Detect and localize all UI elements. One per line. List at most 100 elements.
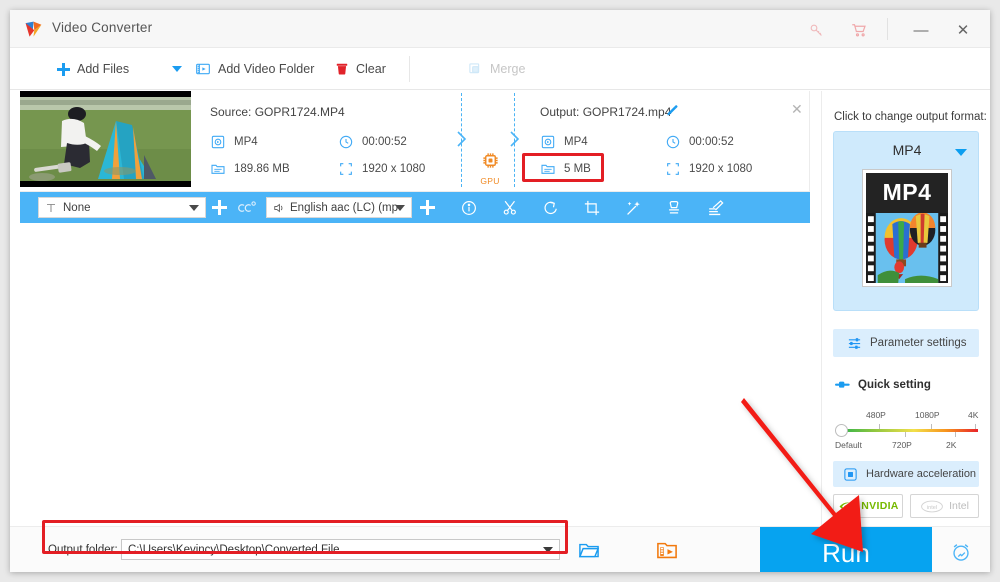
clear-button[interactable]: Clear <box>335 48 386 90</box>
output-folder-input[interactable]: C:\Users\Kevincy\Desktop\Converted File <box>121 539 560 560</box>
output-duration-text: 00:00:52 <box>689 136 734 148</box>
open-output-folder-icon <box>657 542 677 559</box>
thumbnail-image <box>20 91 191 187</box>
output-format: MP4 <box>540 134 588 150</box>
chevron-right-icon-2 <box>510 131 520 147</box>
alarm-clock-icon <box>953 544 969 561</box>
merge-button[interactable]: Merge <box>468 48 525 90</box>
slider-tick-720p <box>905 432 906 437</box>
minimize-icon: — <box>913 21 929 39</box>
closed-caption-settings-button[interactable] <box>235 198 259 218</box>
slider-track <box>844 429 978 432</box>
source-filename: Source: GOPR1724.MP4 <box>210 105 345 119</box>
folder-icon <box>578 543 600 558</box>
subtitle-edit-icon[interactable] <box>704 197 726 219</box>
output-duration: 00:00:52 <box>665 134 734 150</box>
slider-label-480p: 480P <box>866 410 886 420</box>
minimize-button[interactable]: — <box>910 19 932 41</box>
output-format-card[interactable]: MP4 MP4 <box>833 131 979 311</box>
add-files-dropdown-button[interactable] <box>172 63 182 75</box>
output-size[interactable]: 5 MB <box>540 161 591 177</box>
cart-icon <box>852 24 866 37</box>
slider-tick-4k <box>975 424 976 429</box>
output-format-text: MP4 <box>564 136 588 148</box>
chevron-down-icon-output-folder[interactable] <box>543 547 553 553</box>
audio-track-select[interactable]: English aac (LC) (mp <box>266 197 412 218</box>
add-video-folder-label: Add Video Folder <box>218 62 315 76</box>
title-bar: Video Converter — ✕ <box>10 10 990 48</box>
slider-tick-480p <box>879 424 880 429</box>
quality-slider[interactable]: 480P 1080P 4K Default 720P 2K <box>835 407 980 457</box>
rotate-icon[interactable] <box>540 197 562 219</box>
quick-setting-label: Quick setting <box>858 379 931 391</box>
watermark-icon[interactable] <box>663 197 685 219</box>
rename-output-button[interactable] <box>665 104 679 118</box>
chevron-down-icon <box>172 66 182 72</box>
nvidia-label: NVIDIA <box>861 500 899 512</box>
main-toolbar: Add Files Add Video Folder Clear Merge <box>10 48 990 90</box>
add-files-button[interactable]: Add Files <box>57 48 129 90</box>
crop-icon[interactable] <box>581 197 603 219</box>
subtitle-value: None <box>63 201 91 214</box>
info-icon[interactable] <box>458 197 480 219</box>
scheduler-button[interactable] <box>950 541 972 568</box>
output-size-text: 5 MB <box>564 163 591 175</box>
license-key-icon[interactable] <box>805 19 827 41</box>
source-size: 189.86 MB <box>210 161 290 177</box>
file-card: Source: GOPR1724.MP4 MP4 00:00:52 189.86… <box>20 91 810 192</box>
source-size-text: 189.86 MB <box>234 163 290 175</box>
nvidia-eye-icon <box>839 501 850 511</box>
slider-label-2k: 2K <box>946 440 957 450</box>
video-thumbnail[interactable] <box>20 91 191 187</box>
gpu-chip-icon <box>482 153 498 168</box>
resolution-icon-output <box>667 163 679 175</box>
parameter-settings-label: Parameter settings <box>870 337 967 349</box>
resolution-icon <box>340 163 352 175</box>
close-icon: ✕ <box>956 21 970 39</box>
format-thumbnail-label: MP4 <box>866 173 948 213</box>
speaker-icon <box>274 203 283 212</box>
format-thumbnail: MP4 <box>862 169 952 287</box>
slider-label-default: Default <box>835 440 862 450</box>
quick-setting-header: Quick setting <box>835 379 931 391</box>
titlebar-divider <box>887 18 888 40</box>
merge-label: Merge <box>490 62 526 76</box>
browse-folder-button[interactable] <box>578 540 600 565</box>
chevron-down-icon-format[interactable] <box>955 149 967 156</box>
slider-handle[interactable] <box>835 424 848 437</box>
close-button[interactable]: ✕ <box>952 19 974 41</box>
slider-label-1080p: 1080P <box>915 410 940 420</box>
shopping-cart-button[interactable] <box>848 19 870 41</box>
add-subtitle-button[interactable] <box>212 200 227 215</box>
file-size-icon-output <box>541 164 555 174</box>
chevron-right-icon-1 <box>457 131 467 147</box>
add-video-folder-button[interactable]: Add Video Folder <box>195 48 314 90</box>
chevron-down-icon-audio <box>395 204 405 211</box>
output-format-prompt: Click to change output format: <box>834 111 987 123</box>
effect-icon[interactable] <box>622 197 644 219</box>
clock-icon <box>339 135 353 149</box>
hardware-acceleration-button[interactable]: Hardware acceleration <box>833 461 979 487</box>
quick-setting-icon <box>835 381 850 388</box>
chevron-down-icon-subtitle <box>189 204 199 211</box>
source-resolution: 1920 x 1080 <box>338 161 425 177</box>
trim-icon[interactable] <box>499 197 521 219</box>
hardware-chip-icon <box>844 467 857 481</box>
add-audio-track-button[interactable] <box>420 200 435 215</box>
subtitle-select[interactable]: None <box>38 197 206 218</box>
intel-logo-icon: intel <box>921 500 943 512</box>
output-settings-panel: Click to change output format: MP4 MP4 P… <box>821 91 990 526</box>
add-files-label: Add Files <box>77 62 130 76</box>
app-logo-icon <box>25 21 42 37</box>
video-file-icon-output <box>541 135 555 149</box>
parameter-settings-button[interactable]: Parameter settings <box>833 329 979 357</box>
file-size-icon <box>211 164 225 174</box>
open-output-folder-button[interactable] <box>656 540 678 565</box>
output-folder-value: C:\Users\Kevincy\Desktop\Converted File <box>128 543 340 556</box>
nvidia-toggle[interactable]: NVIDIA <box>833 494 903 518</box>
source-format-text: MP4 <box>234 136 258 148</box>
intel-toggle[interactable]: intel Intel <box>910 494 979 518</box>
run-button[interactable]: Run <box>760 527 932 572</box>
remove-file-button[interactable]: ✕ <box>791 102 803 116</box>
plus-icon <box>57 62 70 76</box>
